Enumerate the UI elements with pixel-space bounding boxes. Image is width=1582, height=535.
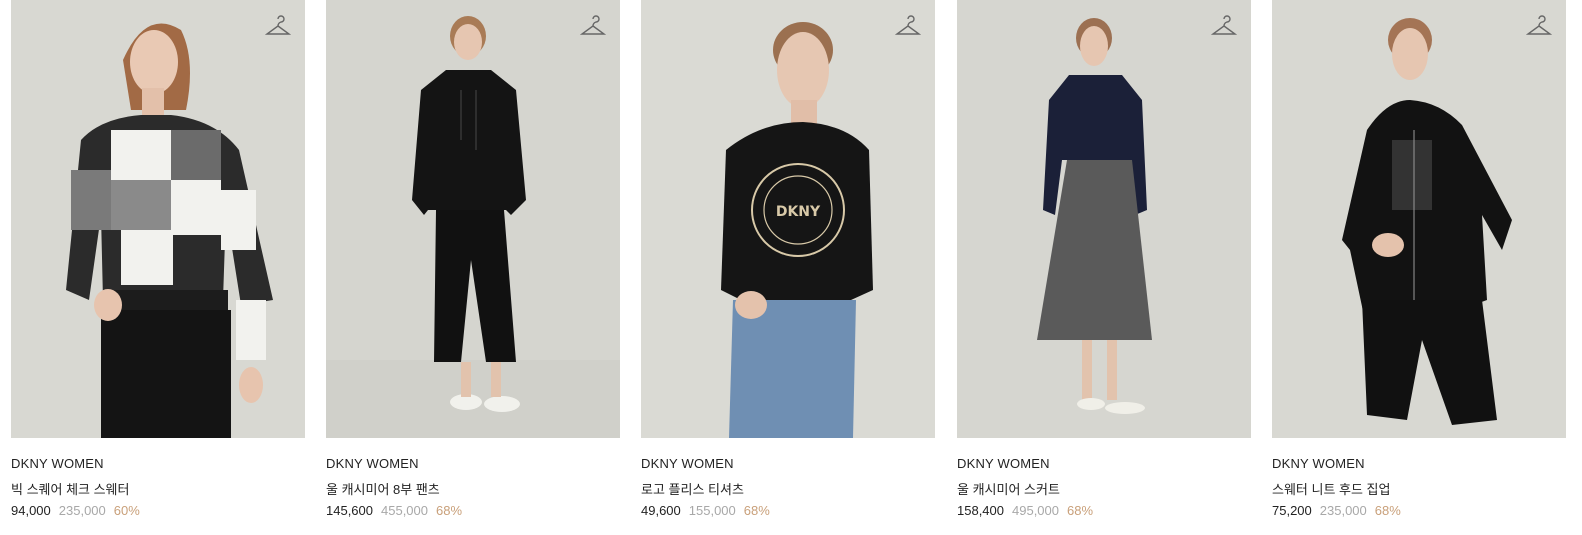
product-name[interactable]: 빅 스퀘어 체크 스웨터 [11, 479, 129, 498]
discount-rate: 68% [436, 503, 463, 518]
product-photo-model-hoodie-zipup [1272, 0, 1566, 438]
product-brand[interactable]: DKNY WOMEN [1272, 456, 1365, 471]
price-row: 75,200 235,000 68% [1272, 503, 1401, 518]
hanger-icon[interactable] [265, 14, 291, 38]
product-grid: DKNY WOMEN 빅 스퀘어 체크 스웨터 94,000 235,000 60% [11, 0, 1581, 535]
sale-price: 158,400 [957, 503, 1004, 518]
product-image[interactable] [957, 0, 1251, 438]
product-name[interactable]: 로고 플리스 티셔츠 [641, 479, 744, 498]
product-image[interactable] [11, 0, 305, 438]
discount-rate: 60% [113, 503, 140, 518]
original-price: 235,000 [1319, 503, 1367, 518]
hanger-icon[interactable] [895, 14, 921, 38]
product-name[interactable]: 울 캐시미어 스커트 [957, 479, 1060, 498]
price-row: 49,600 155,000 68% [641, 503, 770, 518]
discount-rate: 68% [1067, 503, 1094, 518]
product-image[interactable] [1272, 0, 1566, 438]
sale-price: 49,600 [641, 503, 681, 518]
hanger-icon[interactable] [580, 14, 606, 38]
product-brand[interactable]: DKNY WOMEN [641, 456, 734, 471]
product-image[interactable] [326, 0, 620, 438]
product-image[interactable]: DKNY [641, 0, 935, 438]
svg-text:DKNY: DKNY [776, 204, 821, 220]
product-name[interactable]: 스웨터 니트 후드 집업 [1272, 479, 1390, 498]
product-photo-model-wool-pants [326, 0, 620, 438]
original-price: 495,000 [1012, 503, 1059, 518]
original-price: 455,000 [381, 503, 428, 518]
product-card[interactable]: DKNY WOMEN 빅 스퀘어 체크 스웨터 94,000 235,000 60% [11, 0, 305, 535]
sale-price: 145,600 [326, 503, 373, 518]
discount-rate: 68% [1374, 503, 1401, 518]
product-card[interactable]: DKNY WOMEN 스웨터 니트 후드 집업 75,200 235,000 68% [1272, 0, 1566, 535]
price-row: 158,400 495,000 68% [957, 503, 1093, 518]
hanger-icon[interactable] [1526, 14, 1552, 38]
product-photo-model-logo-fleece: DKNY [641, 0, 935, 438]
product-brand[interactable]: DKNY WOMEN [957, 456, 1050, 471]
product-photo-model-wool-skirt [957, 0, 1251, 438]
product-brand[interactable]: DKNY WOMEN [326, 456, 419, 471]
product-card[interactable]: DKNY WOMEN 울 캐시미어 스커트 158,400 495,000 68% [957, 0, 1251, 535]
product-photo-model-check-sweater [11, 0, 305, 438]
original-price: 235,000 [58, 503, 106, 518]
product-card[interactable]: DKNY WOMEN 울 캐시미어 8부 팬츠 145,600 455,000 68… [326, 0, 620, 535]
sale-price: 75,200 [1272, 503, 1312, 518]
product-brand[interactable]: DKNY WOMEN [11, 456, 104, 471]
product-card[interactable]: DKNY DKNY WOMEN 로고 플리스 티셔츠 49,600 155,000… [641, 0, 935, 535]
price-row: 145,600 455,000 68% [326, 503, 462, 518]
sale-price: 94,000 [11, 503, 51, 518]
hanger-icon[interactable] [1211, 14, 1237, 38]
original-price: 155,000 [688, 503, 736, 518]
price-row: 94,000 235,000 60% [11, 503, 140, 518]
product-name[interactable]: 울 캐시미어 8부 팬츠 [326, 479, 440, 498]
discount-rate: 68% [743, 503, 770, 518]
